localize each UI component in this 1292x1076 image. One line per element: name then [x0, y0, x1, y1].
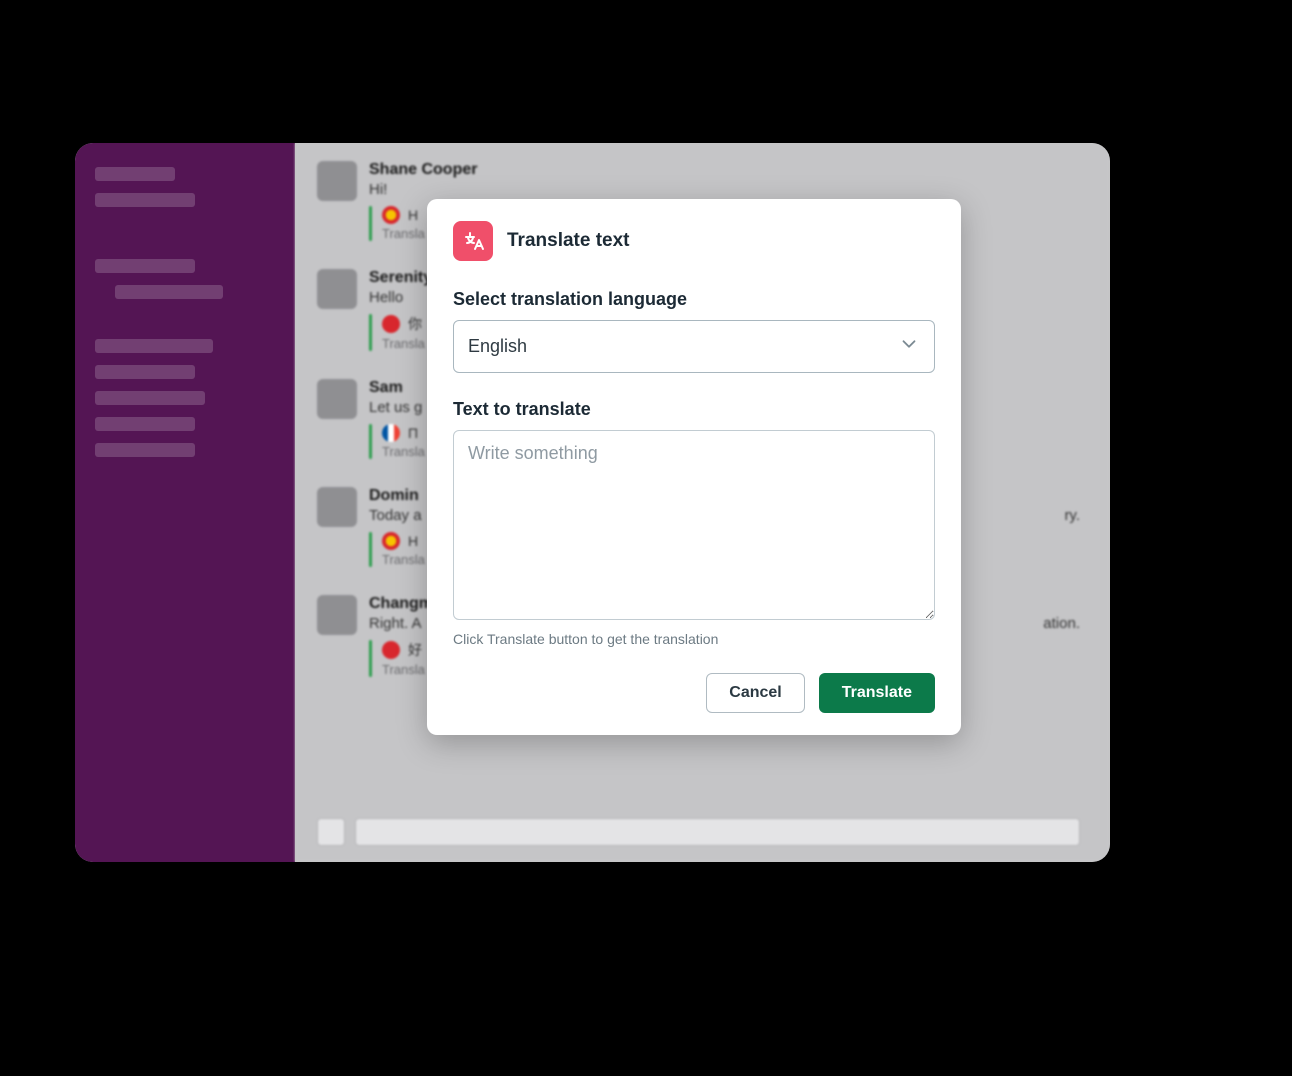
sidebar-placeholder	[95, 417, 195, 431]
translation-bar	[369, 640, 372, 677]
translation-subtext: Transla	[382, 552, 425, 567]
language-label: Select translation language	[453, 289, 935, 310]
compose-action[interactable]	[317, 818, 345, 846]
sidebar-placeholder	[95, 443, 195, 457]
translation-text: H	[408, 207, 418, 223]
flag-icon	[382, 315, 400, 333]
translation-text: 好	[408, 640, 422, 660]
sidebar-placeholder	[95, 365, 195, 379]
translation-text: H	[408, 533, 418, 549]
sidebar-placeholder	[115, 285, 223, 299]
avatar	[317, 379, 357, 419]
language-value: English	[468, 336, 527, 357]
translation-bar	[369, 314, 372, 351]
flag-icon	[382, 641, 400, 659]
translation-subtext: Transla	[382, 662, 425, 677]
sidebar-placeholder	[95, 339, 213, 353]
translation-subtext: Transla	[382, 336, 425, 351]
modal-title: Translate text	[507, 230, 630, 252]
translation-bar	[369, 532, 372, 567]
compose-input[interactable]	[355, 818, 1080, 846]
sidebar	[75, 143, 295, 862]
sidebar-placeholder	[95, 259, 195, 273]
translation-bar	[369, 206, 372, 241]
sidebar-placeholder	[95, 193, 195, 207]
compose-bar[interactable]	[317, 818, 1080, 846]
translate-app-icon	[453, 221, 493, 261]
avatar	[317, 161, 357, 201]
translate-modal: Translate text Select translation langua…	[427, 199, 961, 735]
text-to-translate-input[interactable]	[453, 430, 935, 620]
flag-icon	[382, 424, 400, 442]
chevron-down-icon	[898, 333, 920, 360]
translation-text: П	[408, 425, 418, 441]
cancel-button[interactable]: Cancel	[706, 673, 804, 713]
translation-subtext: Transla	[382, 444, 425, 459]
message-text: Hi!	[369, 181, 1080, 198]
translation-subtext: Transla	[382, 226, 425, 241]
sidebar-placeholder	[95, 391, 205, 405]
flag-icon	[382, 206, 400, 224]
message-author: Shane Cooper	[369, 161, 1080, 179]
sidebar-placeholder	[95, 167, 175, 181]
language-select[interactable]: English	[453, 320, 935, 373]
translation-bar	[369, 424, 372, 459]
avatar	[317, 269, 357, 309]
flag-icon	[382, 532, 400, 550]
avatar	[317, 595, 357, 635]
text-label: Text to translate	[453, 399, 935, 420]
avatar	[317, 487, 357, 527]
translate-button[interactable]: Translate	[819, 673, 935, 713]
translation-text: 你	[408, 314, 422, 334]
hint-text: Click Translate button to get the transl…	[453, 631, 935, 647]
